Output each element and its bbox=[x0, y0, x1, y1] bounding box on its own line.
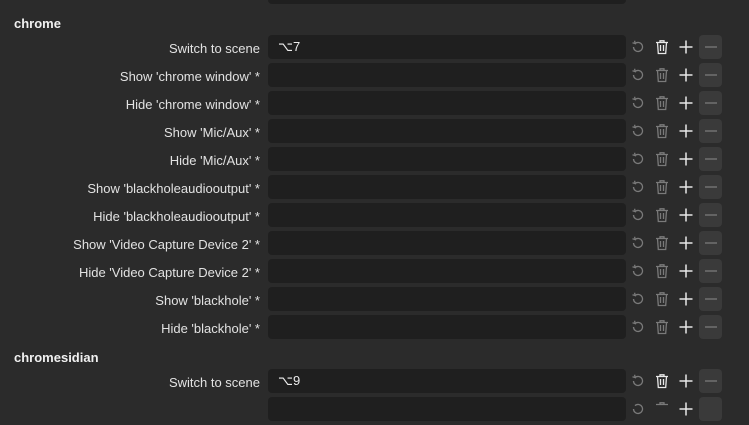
reset-icon[interactable] bbox=[628, 37, 648, 57]
reset-icon[interactable] bbox=[628, 149, 648, 169]
trash-icon[interactable] bbox=[652, 149, 672, 169]
hotkey-row: Show 'chrome window' * bbox=[0, 63, 749, 91]
hotkey-label: Hide 'blackhole' * bbox=[161, 321, 260, 336]
hotkey-row: Hide 'Mic/Aux' * bbox=[0, 147, 749, 175]
plus-icon[interactable] bbox=[676, 37, 696, 57]
hotkey-label: Hide 'blackholeaudiooutput' * bbox=[93, 209, 260, 224]
reset-icon[interactable] bbox=[628, 65, 648, 85]
hotkey-row: Show 'Video Capture Device 2' * bbox=[0, 231, 749, 259]
minus-icon[interactable] bbox=[699, 63, 722, 87]
reset-icon[interactable] bbox=[628, 317, 648, 337]
plus-icon[interactable] bbox=[676, 289, 696, 309]
trash-icon[interactable] bbox=[652, 317, 672, 337]
minus-icon[interactable] bbox=[699, 259, 722, 283]
minus-icon[interactable] bbox=[699, 369, 722, 393]
plus-icon[interactable] bbox=[676, 121, 696, 141]
hotkey-row: Show 'Mic/Aux' * bbox=[0, 119, 749, 147]
plus-icon[interactable] bbox=[676, 149, 696, 169]
hotkey-row: Switch to scene ⌥9 bbox=[0, 369, 749, 397]
hotkey-field[interactable] bbox=[268, 91, 626, 115]
reset-icon[interactable] bbox=[628, 289, 648, 309]
hotkey-label: Hide 'Mic/Aux' * bbox=[169, 153, 260, 168]
trash-icon[interactable] bbox=[652, 177, 672, 197]
hotkey-label: Switch to scene bbox=[168, 41, 260, 56]
trash-icon[interactable] bbox=[652, 121, 672, 141]
hotkey-row: Hide 'Video Capture Device 2' * bbox=[0, 259, 749, 287]
hotkey-row: Switch to scene ⌥7 bbox=[0, 35, 749, 63]
hotkey-row: Hide 'blackhole' * bbox=[0, 315, 749, 343]
reset-icon[interactable] bbox=[628, 121, 648, 141]
trash-icon[interactable] bbox=[652, 205, 672, 225]
trash-icon[interactable] bbox=[652, 37, 672, 57]
plus-icon[interactable] bbox=[676, 205, 696, 225]
plus-icon[interactable] bbox=[676, 371, 696, 391]
previous-row-clipped bbox=[0, 0, 749, 6]
hotkey-label: Switch to scene bbox=[168, 375, 260, 390]
reset-icon[interactable] bbox=[628, 205, 648, 225]
plus-icon[interactable] bbox=[676, 233, 696, 253]
trash-icon[interactable] bbox=[652, 65, 672, 85]
hotkey-row: Hide 'blackholeaudiooutput' * bbox=[0, 203, 749, 231]
section-title-chrome: chrome bbox=[14, 16, 61, 31]
hotkey-label: Show 'chrome window' * bbox=[119, 69, 260, 84]
plus-icon[interactable] bbox=[676, 93, 696, 113]
minus-icon[interactable] bbox=[699, 119, 722, 143]
hotkey-field[interactable]: ⌥7 bbox=[268, 35, 626, 59]
minus-icon[interactable] bbox=[699, 397, 722, 421]
reset-icon[interactable] bbox=[628, 233, 648, 253]
hotkey-field[interactable] bbox=[268, 63, 626, 87]
hotkey-field[interactable] bbox=[268, 259, 626, 283]
hotkey-label: Hide 'chrome window' * bbox=[125, 97, 260, 112]
reset-icon[interactable] bbox=[628, 261, 648, 281]
hotkey-label: Hide 'Video Capture Device 2' * bbox=[78, 265, 260, 280]
minus-icon[interactable] bbox=[699, 175, 722, 199]
plus-icon[interactable] bbox=[676, 177, 696, 197]
hotkey-field[interactable] bbox=[268, 287, 626, 311]
trash-icon[interactable] bbox=[652, 261, 672, 281]
trash-icon[interactable] bbox=[652, 233, 672, 253]
section-title-chromesidian: chromesidian bbox=[14, 350, 99, 365]
hotkey-row bbox=[0, 397, 749, 425]
trash-icon[interactable] bbox=[652, 93, 672, 113]
hotkey-row: Hide 'chrome window' * bbox=[0, 91, 749, 119]
minus-icon[interactable] bbox=[699, 231, 722, 255]
hotkey-label: Show 'Video Capture Device 2' * bbox=[73, 237, 260, 252]
trash-icon[interactable] bbox=[652, 399, 672, 419]
hotkey-field[interactable] bbox=[268, 397, 626, 421]
hotkey-field[interactable] bbox=[268, 231, 626, 255]
minus-icon[interactable] bbox=[699, 203, 722, 227]
hotkey-row: Show 'blackhole' * bbox=[0, 287, 749, 315]
hotkey-row: Show 'blackholeaudiooutput' * bbox=[0, 175, 749, 203]
reset-icon[interactable] bbox=[628, 93, 648, 113]
hotkey-label: Show 'blackhole' * bbox=[155, 293, 260, 308]
minus-icon[interactable] bbox=[699, 35, 722, 59]
trash-icon[interactable] bbox=[652, 371, 672, 391]
hotkey-label: Show 'blackholeaudiooutput' * bbox=[87, 181, 260, 196]
plus-icon[interactable] bbox=[676, 65, 696, 85]
reset-icon[interactable] bbox=[628, 371, 648, 391]
hotkey-label: Show 'Mic/Aux' * bbox=[164, 125, 260, 140]
minus-icon[interactable] bbox=[699, 287, 722, 311]
reset-icon[interactable] bbox=[628, 177, 648, 197]
plus-icon[interactable] bbox=[676, 261, 696, 281]
plus-icon[interactable] bbox=[676, 399, 696, 419]
reset-icon[interactable] bbox=[628, 399, 648, 419]
hotkey-field[interactable] bbox=[268, 0, 626, 4]
hotkey-field[interactable] bbox=[268, 175, 626, 199]
hotkey-field[interactable] bbox=[268, 315, 626, 339]
minus-icon[interactable] bbox=[699, 91, 722, 115]
minus-icon[interactable] bbox=[699, 315, 722, 339]
plus-icon[interactable] bbox=[676, 317, 696, 337]
hotkey-field[interactable] bbox=[268, 119, 626, 143]
trash-icon[interactable] bbox=[652, 289, 672, 309]
minus-icon[interactable] bbox=[699, 147, 722, 171]
hotkey-field[interactable]: ⌥9 bbox=[268, 369, 626, 393]
hotkey-field[interactable] bbox=[268, 203, 626, 227]
hotkey-field[interactable] bbox=[268, 147, 626, 171]
